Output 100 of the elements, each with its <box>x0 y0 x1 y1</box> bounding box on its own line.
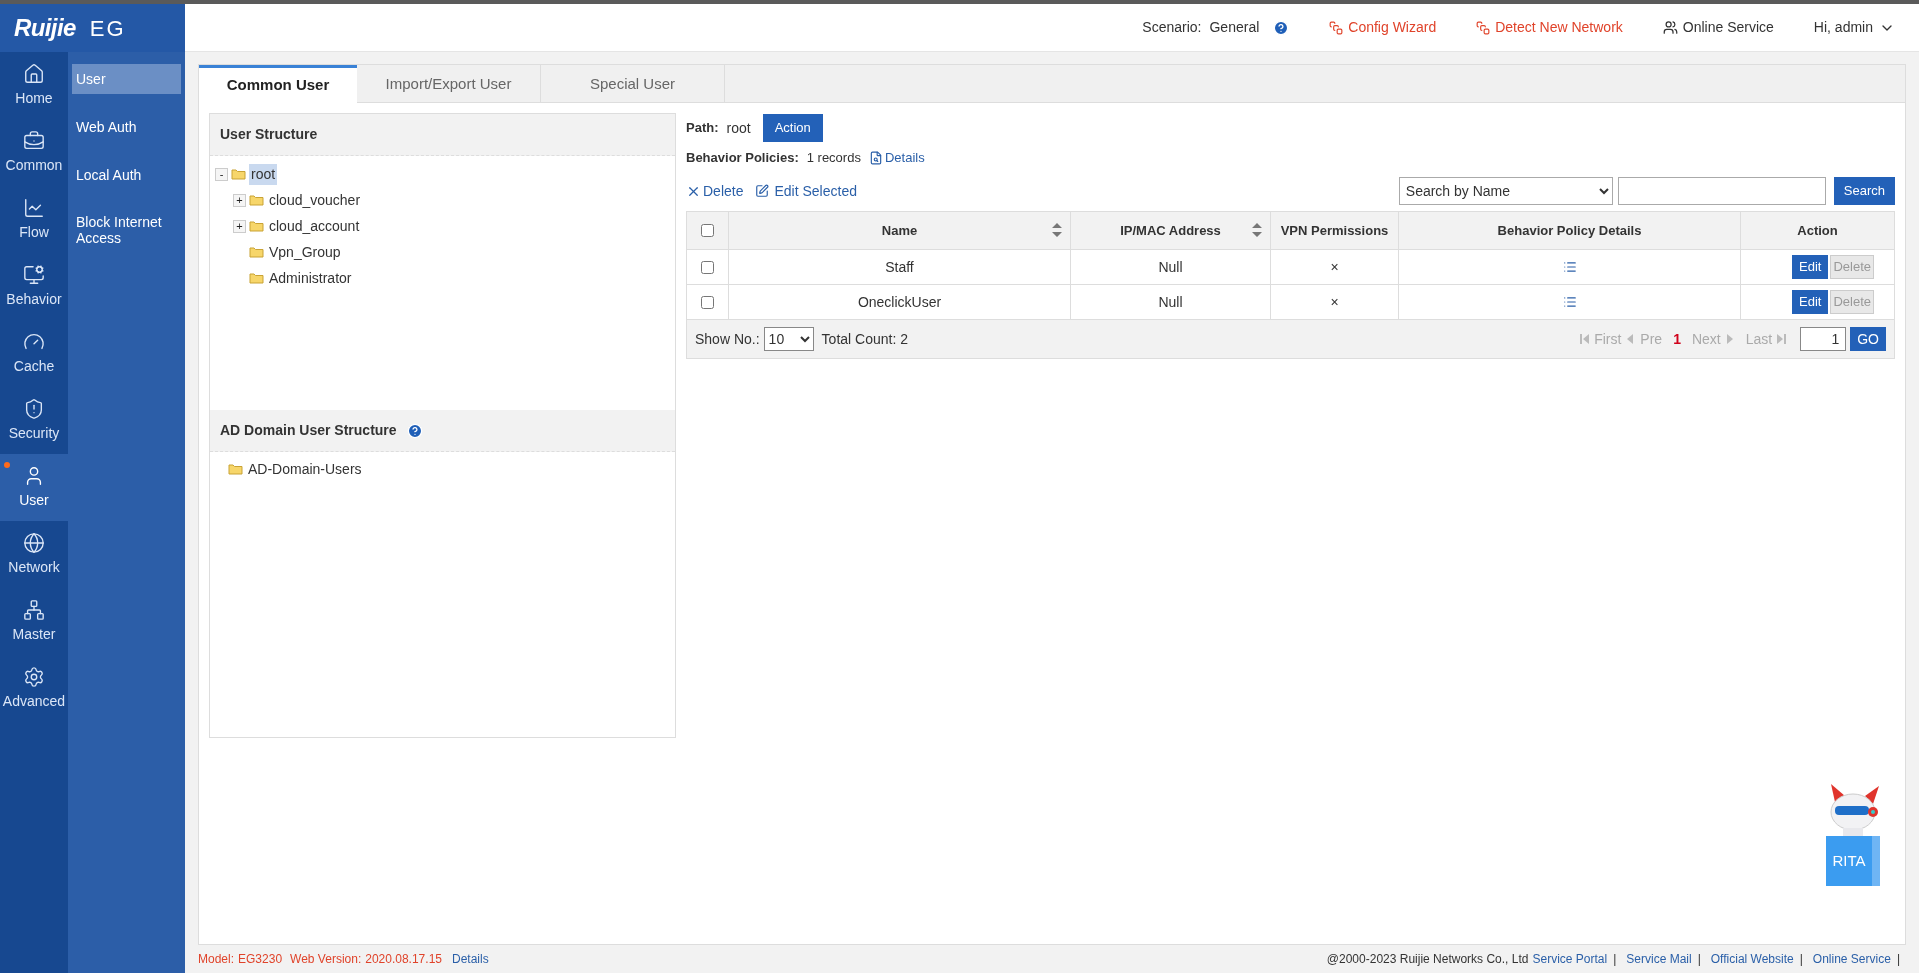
footer-details-link[interactable]: Details <box>452 950 489 968</box>
copyright: @2000-2023 Ruijie Networks Co., Ltd <box>1326 951 1529 968</box>
first-page-icon <box>1580 334 1590 344</box>
folder-icon <box>249 220 264 232</box>
footer-link[interactable]: Official Website <box>1710 950 1794 968</box>
document-search-icon <box>868 151 883 165</box>
footer-separator: | <box>1613 951 1617 968</box>
tree-item[interactable]: Administrator <box>267 267 354 289</box>
top-link[interactable]: Online Service <box>1662 17 1774 38</box>
user-menu[interactable]: Hi, admin <box>1813 17 1895 38</box>
footer-link[interactable]: Service Mail <box>1626 950 1692 968</box>
folder-icon <box>249 272 264 284</box>
table-cell-text: Null <box>1158 257 1183 277</box>
sort-icon[interactable] <box>1052 223 1062 237</box>
table-cell-text: × <box>1330 292 1339 312</box>
edit-selected-link[interactable]: Edit Selected <box>755 180 857 202</box>
submenu-item[interactable]: Block Internet Access <box>72 208 181 252</box>
tree-item[interactable]: AD-Domain-Users <box>246 458 364 480</box>
column-header: Behavior Policy Details <box>1497 221 1642 240</box>
path-label: Path: <box>686 119 719 138</box>
tree-toggle[interactable]: + <box>233 193 246 207</box>
submenu-item[interactable]: Local Auth <box>72 160 181 190</box>
nav-item[interactable]: Network <box>0 521 68 588</box>
nav-item[interactable]: Cache <box>0 320 68 387</box>
go-button[interactable]: GO <box>1850 327 1886 351</box>
line-chart-icon <box>23 196 45 219</box>
footer-link[interactable]: Service Portal <box>1532 950 1608 968</box>
tree-item[interactable]: root <box>249 163 278 185</box>
path-value: root <box>726 118 751 138</box>
footer-link[interactable]: Online Service <box>1812 950 1891 968</box>
total-count: Total Count: 2 <box>821 329 908 349</box>
help-icon[interactable] <box>1273 19 1290 36</box>
table-cell-text: Null <box>1158 292 1183 312</box>
page-size-label: Show No.: <box>695 329 760 349</box>
nav-item[interactable]: Common <box>0 119 68 186</box>
shield-icon <box>23 397 45 420</box>
folder-icon <box>249 246 264 258</box>
tree-item[interactable]: cloud_voucher <box>267 189 363 211</box>
top-link[interactable]: Config Wizard <box>1329 17 1437 38</box>
top-link[interactable]: Detect New Network <box>1476 17 1623 38</box>
wizard-icon <box>1476 20 1491 35</box>
select-all-checkbox[interactable] <box>701 224 714 237</box>
monitor-icon <box>23 263 45 286</box>
nav-item[interactable]: Security <box>0 387 68 454</box>
hierarchy-icon <box>23 598 45 621</box>
tab[interactable]: Import/Export User <box>357 65 541 103</box>
product-name: EG <box>89 14 126 43</box>
people-icon <box>1662 20 1678 35</box>
nav-item[interactable]: Advanced <box>0 655 68 722</box>
list-icon[interactable] <box>1562 260 1577 274</box>
table-cell-text: × <box>1330 257 1339 277</box>
footer-separator: | <box>1799 951 1803 968</box>
folder-icon <box>231 168 246 180</box>
panel-title: AD Domain User Structure <box>220 421 397 440</box>
page-number[interactable]: 1 <box>1673 328 1681 350</box>
sort-icon[interactable] <box>1252 223 1262 237</box>
version-value: 2020.08.17.15 <box>365 951 442 968</box>
row-checkbox[interactable] <box>701 260 714 274</box>
tab[interactable]: Common User <box>199 65 357 103</box>
tree-toggle[interactable]: - <box>215 167 228 181</box>
page-size-select[interactable]: 10 <box>763 327 814 351</box>
nav-item[interactable]: User <box>0 454 68 521</box>
sortable-column-header[interactable]: IP/MAC Address <box>1071 212 1270 249</box>
next-icon <box>1725 334 1735 344</box>
list-icon[interactable] <box>1562 295 1577 309</box>
policies-count: 1 records <box>806 149 861 168</box>
edit-button[interactable]: Edit <box>1792 255 1829 279</box>
briefcase-icon <box>23 129 45 152</box>
nav-item[interactable]: Master <box>0 588 68 655</box>
search-field[interactable] <box>1617 177 1826 205</box>
column-header: VPN Permissions <box>1280 221 1389 240</box>
policies-label: Behavior Policies: <box>686 149 799 168</box>
edit-button[interactable]: Edit <box>1792 290 1829 314</box>
last-page-icon <box>1777 334 1787 344</box>
search-button[interactable]: Search <box>1833 177 1895 205</box>
delete-link[interactable]: Delete <box>686 180 744 202</box>
help-icon[interactable] <box>406 422 423 439</box>
tree-toggle[interactable]: + <box>233 219 246 233</box>
tree-item[interactable]: Vpn_Group <box>267 241 343 263</box>
table-cell-text: Staff <box>885 257 914 277</box>
nav-item[interactable]: Home <box>0 52 68 119</box>
tree-item[interactable]: cloud_account <box>267 215 362 237</box>
logo: Ruijie <box>14 13 76 43</box>
submenu-item[interactable]: Web Auth <box>72 112 181 142</box>
search-type-select[interactable]: Search by Name <box>1398 177 1613 205</box>
column-header: Action <box>1797 221 1838 240</box>
nav-item[interactable]: Flow <box>0 186 68 253</box>
details-link[interactable]: Details <box>868 148 925 168</box>
scenario-label: Scenario: <box>1142 18 1202 37</box>
action-button[interactable]: Action <box>762 114 823 142</box>
page-input[interactable]: 1 <box>1800 327 1847 351</box>
nav-item[interactable]: Behavior <box>0 253 68 320</box>
wizard-icon <box>1329 20 1344 35</box>
settings-icon <box>23 665 45 688</box>
previous-icon <box>1626 334 1636 344</box>
table-cell-text: OneclickUser <box>857 292 942 312</box>
sortable-column-header[interactable]: Name <box>729 212 1070 249</box>
row-checkbox[interactable] <box>701 295 714 309</box>
tab[interactable]: Special User <box>541 65 725 103</box>
folder-icon <box>228 463 243 475</box>
